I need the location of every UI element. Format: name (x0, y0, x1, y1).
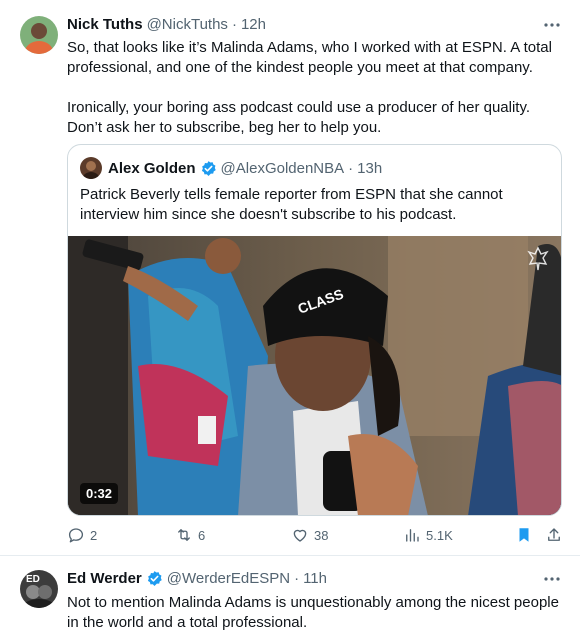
tweet-text-paragraph-2: Ironically, your boring ass podcast coul… (67, 99, 531, 136)
verified-badge-icon (200, 160, 217, 177)
share-icon (548, 528, 560, 541)
author-name[interactable]: Ed Werder (67, 570, 142, 587)
tweet-header: Ed Werder @WerderEdESPN · 11h (67, 570, 327, 587)
separator-dot: · (294, 570, 300, 587)
watermark-logo-icon (527, 246, 549, 272)
video-player[interactable]: CLASS 0:32 (68, 236, 561, 515)
share-button[interactable] (545, 526, 563, 544)
author-name[interactable]: Nick Tuths (67, 16, 143, 33)
separator-dot: · (231, 16, 237, 33)
like-button[interactable]: 38 (291, 526, 328, 544)
quoted-author-name[interactable]: Alex Golden (108, 160, 196, 177)
tweet-header: Nick Tuths @NickTuths · 12h (67, 16, 266, 33)
bookmark-button[interactable] (515, 526, 533, 544)
analytics-bar-icon (406, 529, 419, 542)
reply-icon (68, 528, 84, 543)
quoted-timestamp[interactable]: 13h (357, 160, 382, 177)
quoted-tweet-text: Patrick Beverly tells female reporter fr… (80, 186, 503, 223)
verified-badge-icon (146, 570, 163, 587)
repost-button[interactable]: 6 (175, 526, 205, 544)
more-icon[interactable] (542, 570, 562, 588)
author-handle[interactable]: @WerderEdESPN (167, 570, 290, 587)
quoted-tweet[interactable]: Alex Golden @AlexGoldenNBA · 13h Patrick… (67, 144, 562, 516)
avatar-nick-tuths[interactable] (20, 16, 58, 54)
timestamp[interactable]: 11h (303, 570, 327, 587)
avatar-text: ED (26, 574, 40, 585)
quoted-author-handle[interactable]: @AlexGoldenNBA (221, 160, 345, 177)
tweet-text: Not to mention Malinda Adams is unquesti… (67, 594, 559, 631)
like-count: 38 (314, 527, 329, 543)
tweet-text: So, that looks like it’s Malinda Adams, … (67, 38, 562, 138)
quoted-tweet-header: Alex Golden @AlexGoldenNBA · 13h (80, 157, 382, 179)
views-button[interactable]: 5.1K (403, 526, 453, 544)
reply-count: 2 (90, 527, 98, 543)
heart-icon (293, 529, 307, 542)
tweet-nick-tuths[interactable]: Nick Tuths @NickTuths · 12h So, that loo… (0, 0, 580, 556)
more-icon[interactable] (542, 16, 562, 34)
separator-dot: · (348, 159, 354, 177)
timestamp[interactable]: 12h (241, 16, 266, 33)
avatar-ed-werder[interactable]: ED (20, 570, 58, 608)
repost-icon (178, 529, 190, 541)
tweet-actions: 2 6 38 5.1K (67, 526, 562, 546)
tweet-text-paragraph-1: So, that looks like it’s Malinda Adams, … (67, 39, 552, 76)
bookmark-filled-icon (519, 528, 529, 542)
avatar-alex-golden[interactable] (80, 157, 102, 179)
repost-count: 6 (198, 527, 206, 543)
reply-button[interactable]: 2 (67, 526, 97, 544)
tweet-ed-werder[interactable]: ED Ed Werder @WerderEdESPN · 11h Not to … (0, 557, 580, 640)
video-frame-image: CLASS (68, 236, 561, 515)
author-handle[interactable]: @NickTuths (147, 16, 228, 33)
view-count: 5.1K (426, 527, 453, 543)
video-duration-badge: 0:32 (80, 483, 119, 504)
